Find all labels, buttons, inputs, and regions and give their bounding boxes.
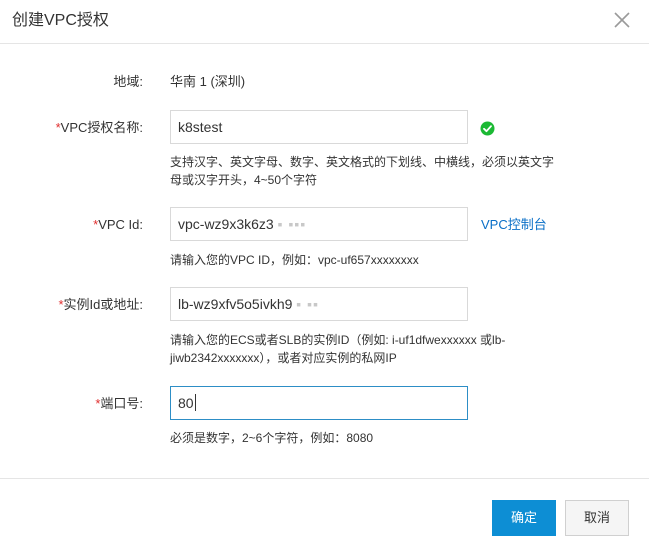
vpc-id-masked: ▪ ▪▪▪: [277, 216, 307, 232]
instance-id-masked: ▪ ▪▪: [296, 296, 320, 312]
port-hint: 必须是数字，2~6个字符，例如：8080: [170, 431, 374, 445]
create-vpc-auth-dialog: 创建VPC授权 地域: 华南 1 (深圳) *VPC授权名称: k8stest …: [0, 0, 649, 553]
confirm-button[interactable]: 确定: [492, 500, 556, 536]
vpc-auth-name-label: *VPC授权名称:: [56, 119, 143, 137]
instance-id-value: lb-wz9xfv5o5ivkh9: [178, 296, 293, 312]
vpc-id-value: vpc-wz9x3k6z3: [178, 216, 274, 232]
dialog-header: 创建VPC授权: [0, 0, 649, 44]
region-label: 地域:: [113, 74, 143, 89]
instance-label-text: 实例Id或地址:: [63, 297, 143, 312]
vpc-auth-name-value: k8stest: [178, 119, 223, 135]
vpc-id-input[interactable]: vpc-wz9x3k6z3 ▪ ▪▪▪: [170, 207, 468, 241]
instance-label: *实例Id或地址:: [58, 296, 143, 314]
port-input[interactable]: 80: [170, 386, 468, 420]
vpc-auth-name-input[interactable]: k8stest: [170, 110, 468, 144]
cancel-button[interactable]: 取消: [565, 500, 629, 536]
region-value: 华南 1 (深圳): [170, 74, 246, 89]
instance-hint: 请输入您的ECS或者SLB的实例ID（例如: i-uf1dfwexxxxxx 或…: [170, 333, 506, 365]
dialog-title: 创建VPC授权: [12, 12, 109, 29]
vpc-id-label: *VPC Id:: [93, 216, 143, 234]
instance-id-input[interactable]: lb-wz9xfv5o5ivkh9 ▪ ▪▪: [170, 287, 468, 321]
check-circle-icon: [480, 121, 495, 136]
vpc-id-hint: 请输入您的VPC ID，例如：vpc-uf657xxxxxxxx: [170, 253, 419, 267]
port-label: *端口号:: [95, 395, 143, 413]
close-icon[interactable]: [613, 11, 631, 29]
footer-divider: [0, 478, 649, 479]
vpc-auth-name-label-text: VPC授权名称:: [60, 120, 143, 135]
vpc-auth-name-hint: 支持汉字、英文字母、数字、英文格式的下划线、中横线，必须以英文字母或汉字开头，4…: [170, 155, 555, 187]
text-caret: [194, 394, 196, 411]
port-value: 80: [178, 395, 194, 411]
vpc-console-link[interactable]: VPC控制台: [481, 216, 547, 234]
vpc-id-label-text: VPC Id:: [98, 217, 143, 232]
port-label-text: 端口号:: [100, 396, 143, 411]
